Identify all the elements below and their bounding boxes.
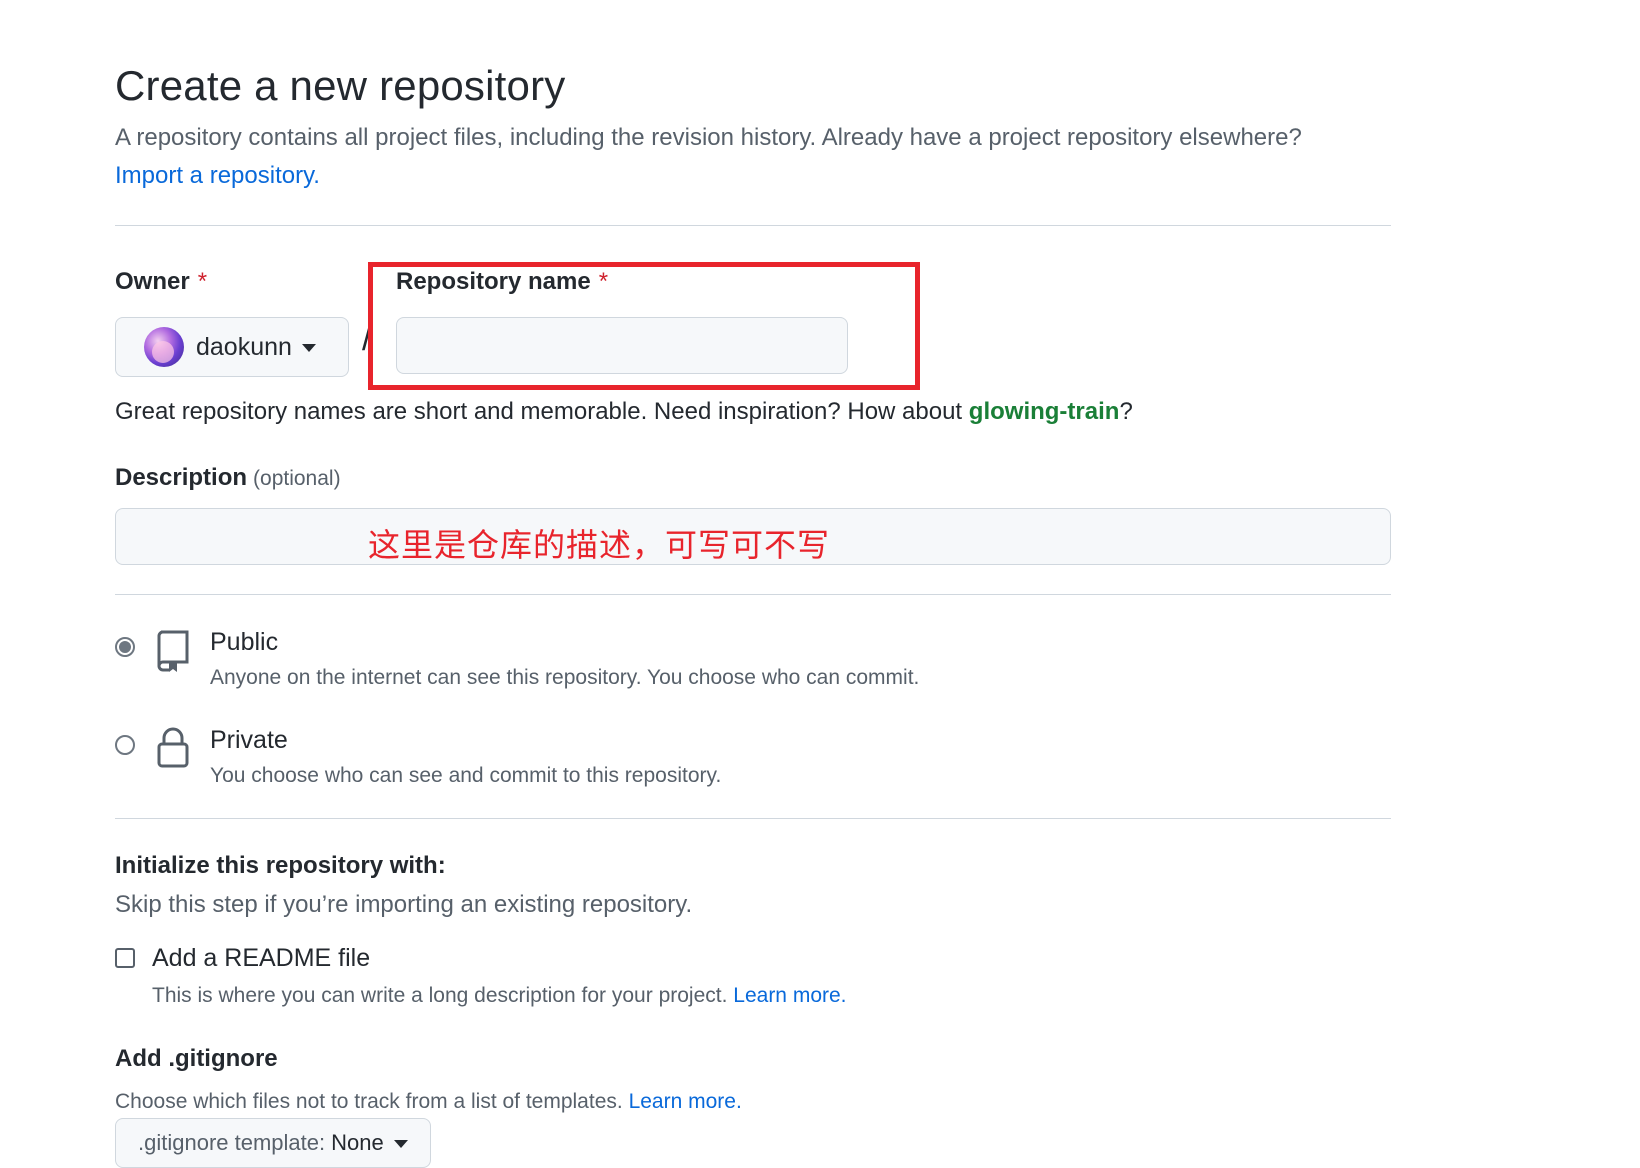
private-option-desc: You choose who can see and commit to thi…: [210, 764, 722, 787]
page-title: Create a new repository: [115, 62, 566, 109]
lock-icon: [155, 726, 191, 775]
avatar: [144, 327, 184, 367]
initialize-title: Initialize this repository with:: [115, 852, 446, 879]
description-annotation: 这里是仓库的描述，可写可不写: [368, 526, 831, 564]
gitignore-desc-text: Choose which files not to track from a l…: [115, 1090, 623, 1113]
public-radio[interactable]: [115, 637, 135, 657]
owner-label: Owner *: [115, 268, 207, 296]
gitignore-desc: Choose which files not to track from a l…: [115, 1090, 742, 1114]
readme-learn-more-link[interactable]: Learn more.: [733, 984, 846, 1007]
hint-end: ?: [1119, 398, 1133, 425]
page-subtitle: A repository contains all project files,…: [115, 124, 1302, 151]
hint-text: Great repository names are short and mem…: [115, 398, 969, 425]
readme-label[interactable]: Add a README file: [152, 944, 370, 973]
public-option-desc: Anyone on the internet can see this repo…: [210, 666, 920, 689]
public-option-title: Public: [210, 628, 279, 656]
divider: [115, 225, 1391, 226]
gitignore-select-value: None: [331, 1130, 384, 1155]
description-label: Description (optional): [115, 464, 341, 492]
name-suggestion[interactable]: glowing-train: [969, 398, 1120, 425]
gitignore-select-label: .gitignore template:: [138, 1130, 326, 1155]
initialize-subtitle: Skip this step if you’re importing an ex…: [115, 891, 693, 918]
description-label-text: Description: [115, 464, 248, 491]
annotation-highlight-box: [368, 262, 920, 390]
readme-desc-text: This is where you can write a long descr…: [152, 984, 728, 1007]
owner-dropdown[interactable]: daokunn: [115, 317, 349, 377]
chevron-down-icon: [301, 344, 316, 352]
optional-tag: (optional): [253, 467, 341, 490]
repo-icon: [155, 628, 191, 677]
private-option-title: Private: [210, 726, 288, 754]
import-repository-link[interactable]: Import a repository.: [115, 162, 320, 190]
divider: [115, 594, 1391, 595]
private-radio[interactable]: [115, 735, 135, 755]
gitignore-learn-more-link[interactable]: Learn more.: [629, 1090, 742, 1113]
divider: [115, 818, 1391, 819]
readme-desc: This is where you can write a long descr…: [152, 984, 847, 1008]
owner-label-text: Owner: [115, 268, 190, 295]
gitignore-title: Add .gitignore: [115, 1045, 278, 1072]
repo-name-hint: Great repository names are short and mem…: [115, 398, 1133, 426]
readme-checkbox[interactable]: [115, 948, 135, 968]
chevron-down-icon: [393, 1140, 408, 1148]
gitignore-template-dropdown[interactable]: .gitignore template: None: [115, 1118, 431, 1168]
owner-name: daokunn: [196, 332, 292, 361]
owner-required-mark: *: [197, 268, 208, 295]
